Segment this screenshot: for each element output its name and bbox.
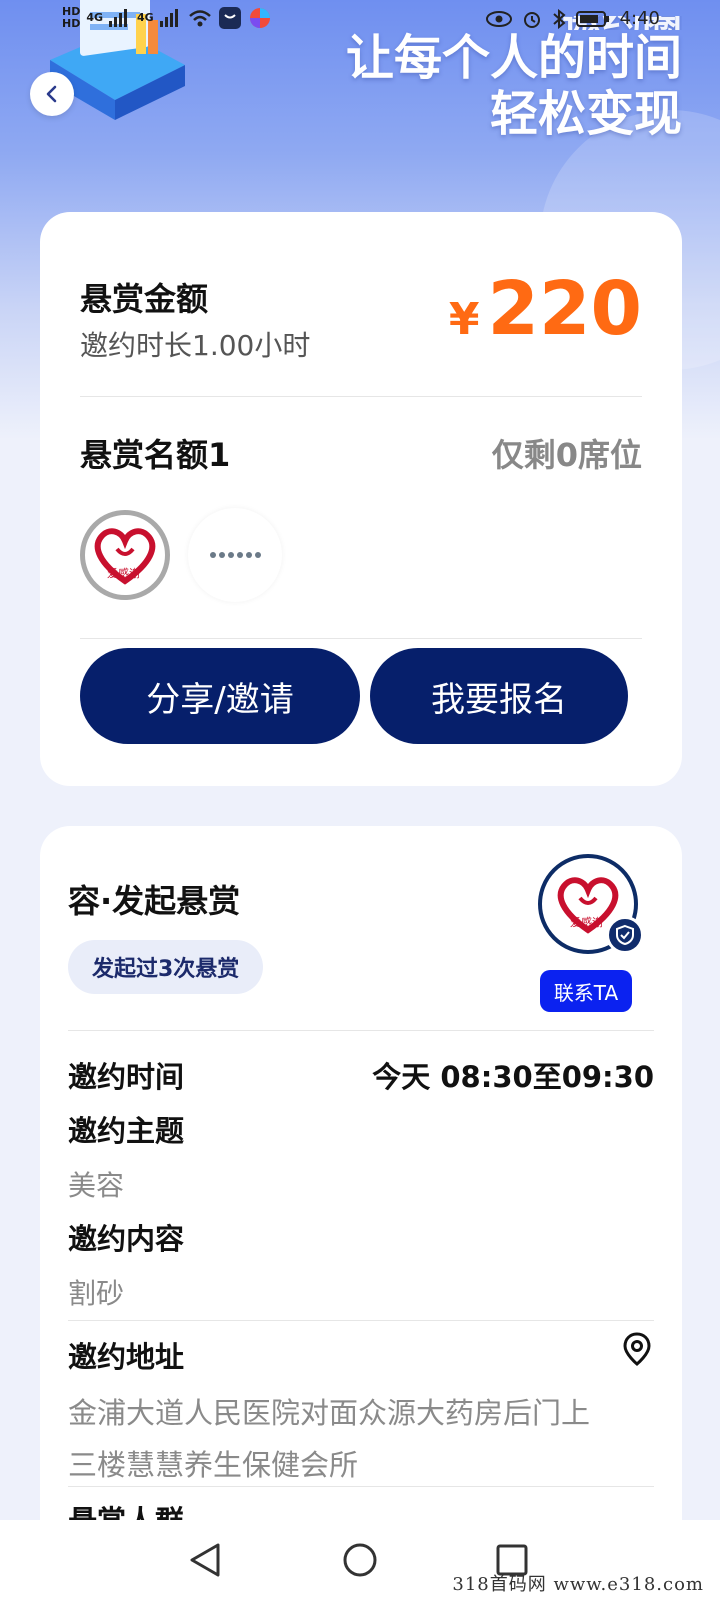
system-nav-bar: 318首码网 www.e318.com bbox=[0, 1520, 720, 1600]
more-participants-indicator[interactable] bbox=[188, 508, 282, 602]
bluetooth-icon bbox=[552, 8, 566, 29]
share-invite-button[interactable]: 分享/邀请 bbox=[80, 648, 360, 744]
reward-duration: 邀约时长1.00小时 bbox=[80, 329, 311, 362]
app-notification-icon bbox=[218, 7, 241, 29]
dot bbox=[227, 552, 234, 558]
status-bar-left: HD HD 4G 4G bbox=[62, 6, 272, 30]
reward-card: 悬赏金额 邀约时长1.00小时 ¥ 220 悬赏名额1 仅剩0席位 爱感谢 分享… bbox=[40, 212, 682, 786]
reward-quota-label: 悬赏名额1 bbox=[80, 436, 231, 474]
dot bbox=[245, 552, 252, 558]
dot bbox=[218, 552, 225, 558]
status-bar-right: 4:40 bbox=[485, 8, 660, 29]
signup-button[interactable]: 我要报名 bbox=[370, 648, 628, 744]
dot bbox=[236, 552, 243, 558]
network-tag-2: HD bbox=[62, 17, 81, 30]
content-value: 割砂 bbox=[68, 1277, 125, 1310]
reward-price: ¥ 220 bbox=[449, 272, 642, 346]
battery-icon bbox=[575, 10, 609, 27]
location-pin-icon[interactable] bbox=[622, 1332, 652, 1366]
back-button[interactable] bbox=[30, 72, 74, 116]
address-line1: 金浦大道人民医院对面众源大药房后门上 bbox=[68, 1396, 591, 1430]
hero-slogan-line2: 轻松变现 bbox=[489, 86, 682, 142]
address-line2: 三楼慧慧养生保健会所 bbox=[68, 1448, 359, 1482]
verified-badge bbox=[606, 916, 644, 954]
nav-back-icon[interactable] bbox=[188, 1542, 222, 1578]
status-bar: HD HD 4G 4G 4:40 bbox=[0, 0, 720, 44]
colorful-app-icon bbox=[249, 8, 270, 28]
signal-bars-icon bbox=[159, 9, 178, 27]
avatar-logo-text: 爱感谢 bbox=[570, 915, 603, 929]
heart-logo-icon: 爱感谢 bbox=[94, 528, 156, 585]
signal-label-2: 4G bbox=[137, 11, 154, 24]
content-label: 邀约内容 bbox=[68, 1222, 185, 1256]
topic-label: 邀约主题 bbox=[68, 1114, 185, 1148]
participant-logo-text: 爱感谢 bbox=[107, 566, 140, 580]
contact-button[interactable]: 联系TA bbox=[540, 970, 632, 1012]
currency-symbol: ¥ bbox=[448, 294, 480, 345]
divider bbox=[68, 1320, 654, 1321]
divider bbox=[80, 396, 642, 397]
eye-icon bbox=[485, 10, 512, 27]
divider bbox=[68, 1030, 654, 1031]
dot bbox=[254, 552, 261, 558]
detail-card: 容·发起悬赏 发起过3次悬赏 爱感谢 联系TA 邀约时间 今天 08:30至09… bbox=[40, 826, 682, 1586]
divider bbox=[80, 638, 642, 639]
address-label: 邀约地址 bbox=[68, 1340, 185, 1374]
time-value: 今天 08:30至09:30 bbox=[372, 1060, 654, 1094]
publish-count-badge: 发起过3次悬赏 bbox=[68, 940, 264, 994]
remaining-seats: 仅剩0席位 bbox=[491, 436, 642, 474]
network-tags: HD HD bbox=[62, 6, 80, 30]
publisher-title: 容·发起悬赏 bbox=[68, 882, 241, 920]
signal-bars-icon bbox=[109, 9, 128, 27]
reward-amount-value: 220 bbox=[487, 266, 642, 352]
divider bbox=[68, 1486, 654, 1487]
shield-check-icon bbox=[616, 924, 634, 946]
signal-label-1: 4G bbox=[86, 11, 104, 24]
site-watermark: 318首码网 www.e318.com bbox=[452, 1574, 704, 1595]
reward-amount-label: 悬赏金额 bbox=[80, 280, 209, 318]
time-label: 邀约时间 bbox=[68, 1060, 185, 1094]
alarm-icon bbox=[523, 11, 540, 28]
nav-home-icon[interactable] bbox=[342, 1542, 378, 1578]
topic-value: 美容 bbox=[68, 1169, 125, 1202]
wifi-icon bbox=[188, 10, 211, 27]
participant-avatar[interactable]: 爱感谢 bbox=[80, 510, 170, 600]
chevron-left-icon bbox=[46, 85, 57, 103]
dot bbox=[209, 552, 216, 558]
clock-time: 4:40 bbox=[619, 8, 660, 29]
